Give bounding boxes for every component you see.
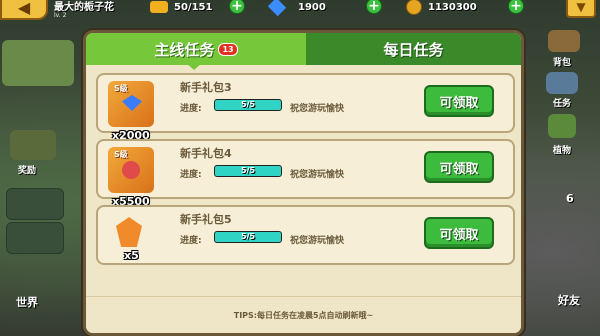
side-label-reward[interactable]: 奖励	[18, 163, 36, 176]
gem-value: 1900	[298, 1, 326, 13]
progress-label: 进度:	[180, 104, 202, 114]
side-label-plant[interactable]: 植物	[553, 143, 571, 156]
gem-resource: 1900	[267, 0, 326, 17]
quest-dialog: 主线任务 13 每日任务 S级 x2000 新手礼包3 进度: 5/5 祝您游玩…	[83, 30, 524, 336]
chevron-down-icon[interactable]: ▼	[566, 0, 596, 18]
back-arrow-icon[interactable]: ◀	[0, 0, 48, 20]
add-gems-button[interactable]: +	[366, 0, 382, 14]
progress-bar: 5/5	[214, 231, 282, 243]
side-button-2[interactable]	[6, 222, 64, 254]
potion-icon	[122, 161, 140, 179]
bolt-icon	[150, 1, 168, 13]
claim-button[interactable]: 可领取	[424, 151, 494, 183]
reward-icon	[10, 130, 56, 160]
side-label-friends[interactable]: 好友	[558, 292, 580, 308]
add-coins-button[interactable]: +	[508, 0, 524, 14]
reward-quantity: x5	[124, 249, 139, 262]
claim-button[interactable]: 可领取	[424, 85, 494, 117]
side-label-quest[interactable]: 任务	[553, 96, 571, 109]
quest-item: x5 新手礼包5 进度: 5/5 祝您游玩愉快 可领取	[96, 205, 515, 265]
left-panel-icon	[2, 40, 74, 86]
tab-main-label: 主线任务	[154, 40, 215, 59]
gem-icon	[267, 0, 287, 17]
reward-grade: S级	[114, 150, 128, 159]
energy-resource: 50/151	[150, 0, 212, 14]
coin-resource: 1130300	[406, 0, 477, 15]
quest-title: 新手礼包5	[180, 213, 232, 226]
progress-text: 5/5	[240, 232, 256, 241]
quest-title: 新手礼包3	[180, 81, 232, 94]
side-label-bag[interactable]: 背包	[553, 55, 571, 68]
claim-button[interactable]: 可领取	[424, 217, 494, 249]
quest-item: S级 x2000 新手礼包3 进度: 5/5 祝您游玩愉快 可领取	[96, 73, 515, 142]
quest-icon[interactable]	[546, 72, 578, 94]
quest-title: 新手礼包4	[180, 147, 232, 160]
tab-daily-quests[interactable]: 每日任务	[306, 33, 521, 65]
add-energy-button[interactable]: +	[229, 0, 245, 14]
gem-icon	[122, 95, 142, 111]
side-button-1[interactable]	[6, 188, 64, 220]
progress-label: 进度:	[180, 236, 202, 246]
top-bar: ◀ 最大的栀子花 lv. 2 50/151 + 1900 + 1130300 +…	[0, 0, 600, 20]
quest-description: 祝您游玩愉快	[290, 236, 345, 246]
reward-icon-box: S级 x5500	[108, 147, 154, 208]
crystal-icon	[116, 217, 142, 247]
quest-description: 祝您游玩愉快	[290, 104, 345, 114]
reward-icon-box: x5	[108, 213, 154, 262]
tab-pointer	[186, 63, 202, 70]
progress-text: 5/5	[240, 166, 256, 175]
progress-bar: 5/5	[214, 165, 282, 177]
quest-tabs: 主线任务 13 每日任务	[86, 33, 521, 70]
energy-value: 50/151	[174, 1, 213, 13]
tips-text: TIPS:每日任务在凌晨5点自动刷新哦~	[86, 296, 521, 333]
quest-count-badge: 13	[218, 42, 238, 56]
plant-icon[interactable]	[548, 114, 576, 138]
progress-bar: 5/5	[214, 99, 282, 111]
progress-label: 进度:	[180, 170, 202, 180]
progress-text: 5/5	[240, 100, 256, 109]
quest-item: S级 x5500 新手礼包4 进度: 5/5 祝您游玩愉快 可领取	[96, 139, 515, 208]
tab-main-quests[interactable]: 主线任务 13	[86, 33, 306, 65]
coin-value: 1130300	[428, 1, 477, 13]
bag-icon[interactable]	[548, 30, 580, 52]
side-label-world[interactable]: 世界	[16, 294, 38, 310]
reward-grade: S级	[114, 84, 128, 93]
player-level: lv. 2	[54, 12, 67, 19]
side-counter: 6	[566, 192, 574, 205]
tab-daily-label: 每日任务	[383, 40, 444, 59]
coin-icon	[406, 0, 422, 15]
quest-description: 祝您游玩愉快	[290, 170, 345, 180]
reward-icon-box: S级 x2000	[108, 81, 154, 142]
